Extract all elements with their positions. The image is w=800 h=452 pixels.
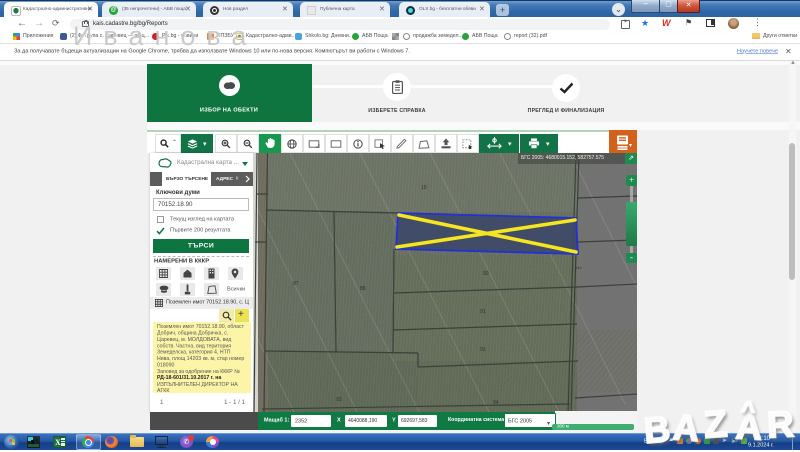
svg-text:144: 144 xyxy=(575,265,582,270)
svg-text:88: 88 xyxy=(360,286,366,292)
svg-text:90: 90 xyxy=(483,271,489,277)
svg-text:10: 10 xyxy=(421,185,427,191)
svg-text:92: 92 xyxy=(480,347,486,353)
svg-text:91: 91 xyxy=(480,309,486,315)
svg-text:94: 94 xyxy=(493,400,499,406)
svg-text:87: 87 xyxy=(293,281,299,287)
svg-text:93: 93 xyxy=(336,397,342,403)
